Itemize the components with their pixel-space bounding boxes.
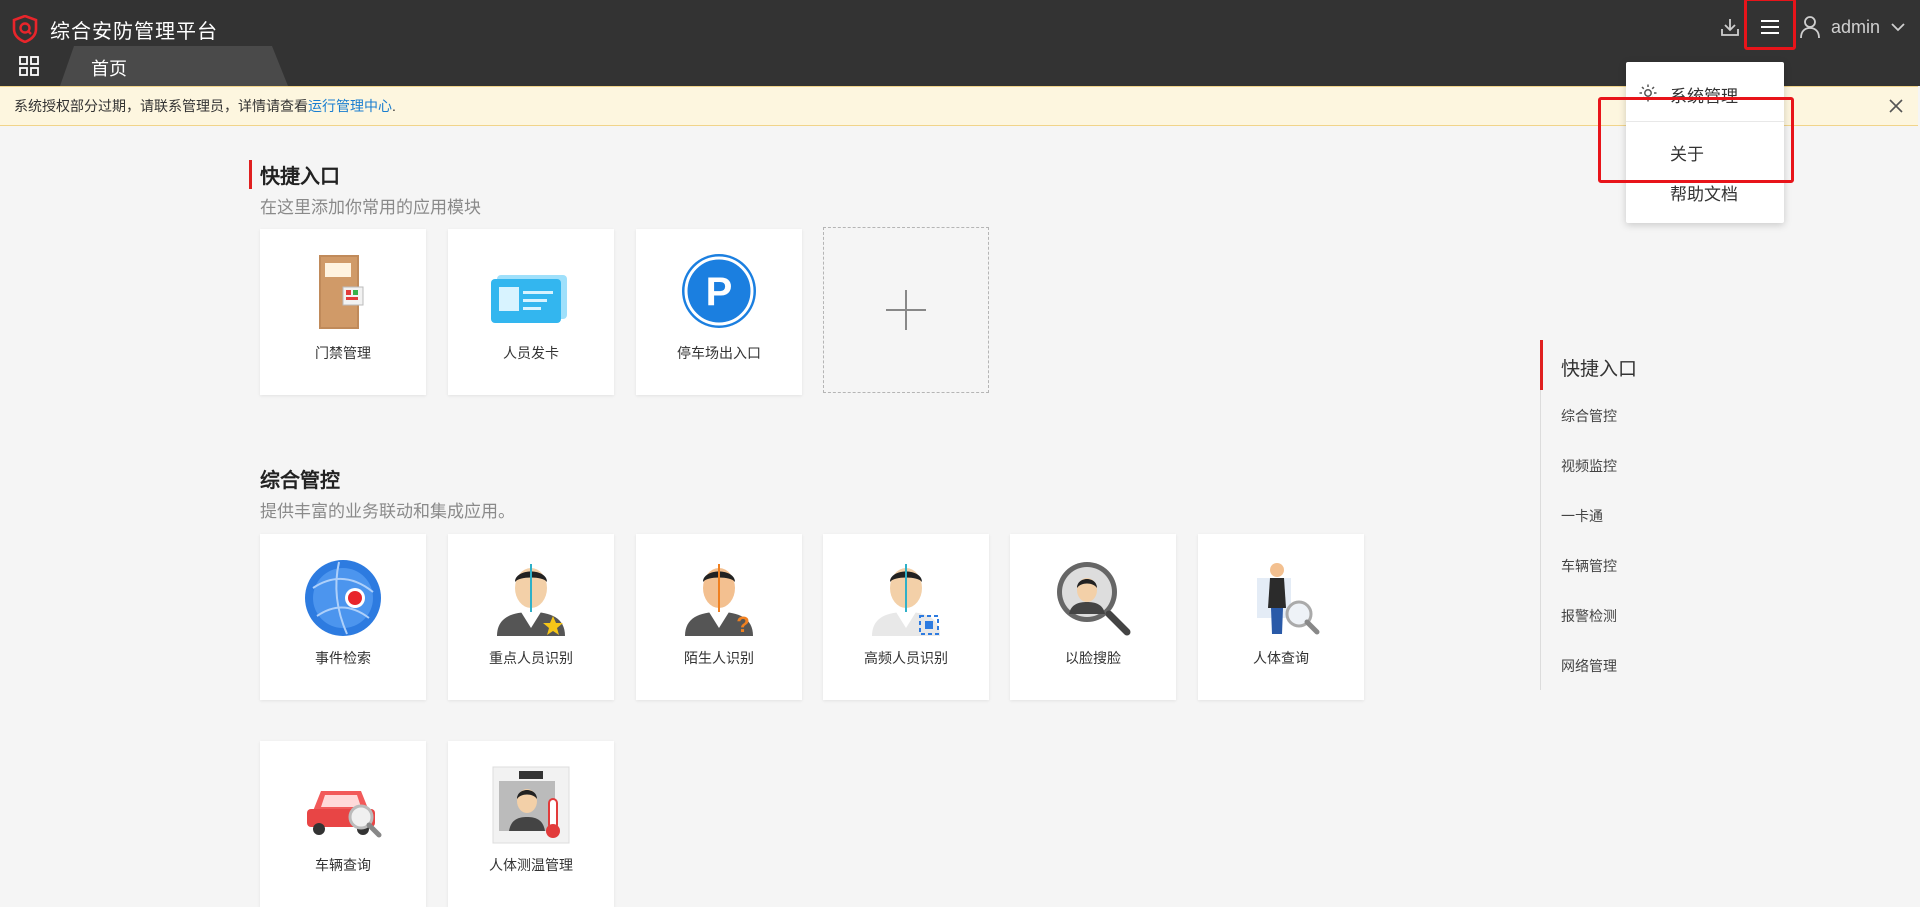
nav-network[interactable]: 网络管理 [1561,656,1617,676]
shield-logo-icon [12,15,38,43]
body-search-icon [1257,563,1320,635]
download-icon [1721,19,1739,36]
card-label: 陌生人识别 [684,650,754,666]
tab-home[interactable]: 首页 [60,46,288,86]
nav-one-card[interactable]: 一卡通 [1561,506,1603,526]
integrated-title: 综合管控 [260,470,340,492]
highlight-menu-button [1744,0,1796,50]
vehicle-search-icon [307,791,382,838]
door-icon [319,255,364,329]
card-label: 高频人员识别 [864,650,948,666]
nav-video[interactable]: 视频监控 [1561,456,1617,476]
integrated-subtitle: 提供丰富的业务联动和集成应用。 [260,502,515,521]
notice-message: 系统授权部分过期，请联系管理员，详情请查看 [14,98,308,114]
highlight-about-item [1598,97,1794,183]
card-frequent-person[interactable]: 高频人员识别 [823,534,989,700]
card-label: 门禁管理 [315,345,371,361]
event-search-icon [305,560,381,636]
card-label: 重点人员识别 [489,650,573,666]
card-door-access[interactable]: 门禁管理 [260,229,426,395]
card-label: 人体查询 [1253,650,1309,666]
stranger-icon: ? [685,564,753,637]
apps-grid-icon[interactable] [18,55,40,77]
nav-integrated[interactable]: 综合管控 [1561,406,1617,426]
section-nav: 快捷入口 综合管控 视频监控 一卡通 车辆管控 报警检测 网络管理 [1540,340,1741,690]
card-key-person[interactable]: 重点人员识别 [448,534,614,700]
key-person-icon [497,564,565,636]
card-stranger[interactable]: ? 陌生人识别 [636,534,802,700]
card-label: 停车场出入口 [677,345,761,361]
parking-icon: P [682,254,756,328]
card-temperature[interactable]: 人体测温管理 [448,741,614,907]
card-label: 人员发卡 [503,345,559,361]
user-avatar-icon [1800,16,1820,39]
card-parking[interactable]: P 停车场出入口 [636,229,802,395]
svg-text:P: P [706,270,733,314]
card-label: 事件检索 [315,650,371,666]
notice-text: 系统授权部分过期，请联系管理员，详情请查看运行管理中心. [14,87,396,125]
card-body-search[interactable]: 人体查询 [1198,534,1364,700]
active-indicator [1540,340,1543,390]
quick-entry-subtitle: 在这里添加你常用的应用模块 [260,198,481,217]
nav-quick-entry[interactable]: 快捷入口 [1561,354,1637,381]
close-icon[interactable] [1888,98,1904,114]
user-menu[interactable]: admin [1799,15,1906,39]
nav-alarm[interactable]: 报警检测 [1561,606,1617,626]
quick-entry-title: 快捷入口 [249,160,340,189]
username: admin [1830,16,1880,37]
face-search-icon [1057,562,1131,636]
card-vehicle-search[interactable]: 车辆查询 [260,741,426,907]
card-event-search[interactable]: 事件检索 [260,534,426,700]
download-button[interactable] [1713,10,1747,44]
svg-text:?: ? [736,612,749,637]
add-module-button[interactable] [823,227,989,393]
brand: 综合安防管理平台 [12,12,218,46]
nav-vehicle[interactable]: 车辆管控 [1561,556,1617,576]
card-label: 人体测温管理 [489,857,573,873]
card-face-search[interactable]: 以脸搜脸 [1010,534,1176,700]
card-card-issue[interactable]: 人员发卡 [448,229,614,395]
card-label: 车辆查询 [315,857,371,873]
tab-home-label: 首页 [91,59,127,79]
app-title: 综合安防管理平台 [50,20,218,43]
card-issue-icon [491,275,567,323]
chevron-down-icon [1891,23,1905,32]
frequent-person-icon [872,564,940,636]
menu-help-docs[interactable]: 帮助文档 [1670,180,1738,205]
plus-icon [886,290,926,330]
card-label: 以脸搜脸 [1065,650,1121,666]
temperature-icon [492,766,570,844]
ops-center-link[interactable]: 运行管理中心 [308,98,392,114]
notice-suffix: . [392,98,396,114]
